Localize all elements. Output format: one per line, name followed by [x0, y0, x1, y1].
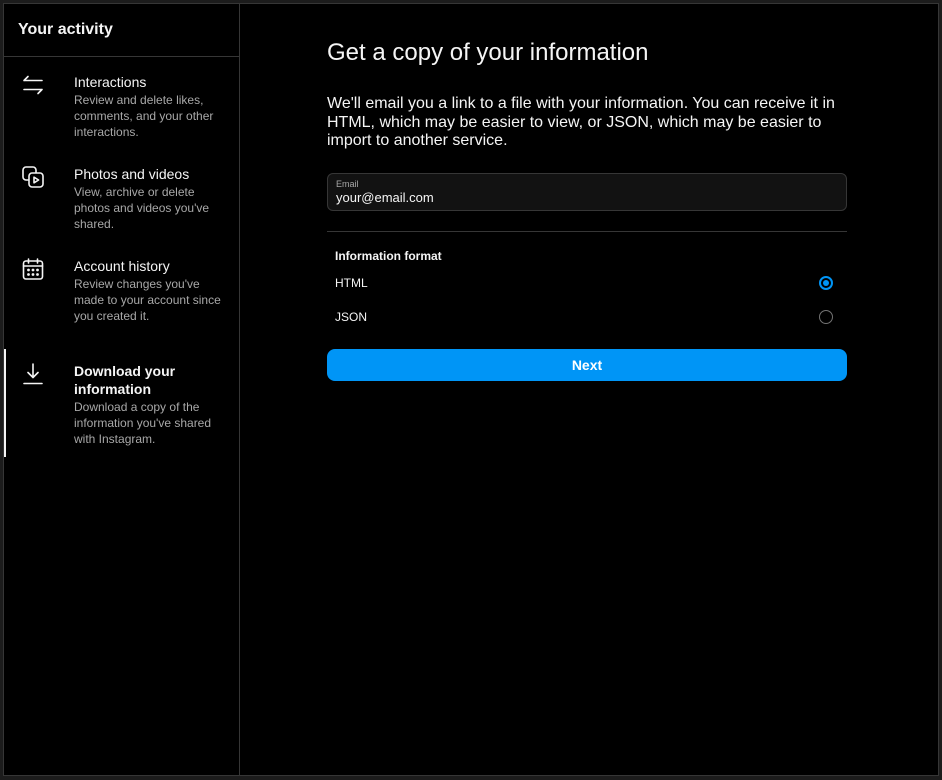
sidebar-title: Your activity	[4, 4, 239, 57]
sidebar-item-label: Download your information	[74, 363, 176, 397]
format-option-label: JSON	[335, 309, 368, 324]
sidebar-item-account-history[interactable]: Account history Review changes you've ma…	[4, 257, 239, 349]
format-option-html[interactable]: HTML	[327, 266, 847, 300]
photos-videos-icon	[4, 165, 74, 257]
email-field[interactable]: Email	[327, 172, 847, 211]
next-button[interactable]: Next	[327, 348, 847, 381]
main-panel: Get a copy of your information We'll ema…	[240, 4, 938, 775]
radio-unselected-icon[interactable]	[819, 309, 833, 324]
sidebar-item-description: Review and delete likes, comments, and y…	[74, 93, 214, 139]
format-heading: Information format	[335, 248, 442, 263]
format-option-label: HTML	[335, 275, 368, 290]
sidebar-item-label: Interactions	[74, 74, 147, 90]
sidebar-item-description: Review changes you've made to your accou…	[74, 277, 221, 323]
download-icon	[4, 362, 74, 457]
sidebar-item-photos-videos[interactable]: Photos and videos View, archive or delet…	[4, 165, 239, 257]
sidebar-item-description: Download a copy of the information you'v…	[74, 400, 212, 446]
email-label: Email	[336, 178, 359, 189]
sidebar-item-label: Photos and videos	[74, 166, 190, 182]
sidebar-item-download-information[interactable]: Download your information Download a cop…	[4, 349, 239, 457]
divider	[327, 230, 847, 232]
format-option-json[interactable]: JSON	[327, 300, 847, 334]
arrows-swap-icon	[4, 73, 74, 165]
settings-window: Your activity Interactions Review and de…	[3, 3, 939, 776]
intro-text: We'll email you a link to a file with yo…	[327, 95, 835, 149]
email-input[interactable]	[336, 189, 838, 206]
calendar-icon	[4, 257, 74, 349]
sidebar-item-interactions[interactable]: Interactions Review and delete likes, co…	[4, 73, 239, 165]
activity-sidebar: Your activity Interactions Review and de…	[4, 4, 240, 775]
radio-selected-icon[interactable]	[819, 275, 833, 290]
sidebar-item-description: View, archive or delete photos and video…	[74, 185, 210, 231]
page-title: Get a copy of your information	[327, 39, 649, 66]
sidebar-item-label: Account history	[74, 258, 170, 274]
